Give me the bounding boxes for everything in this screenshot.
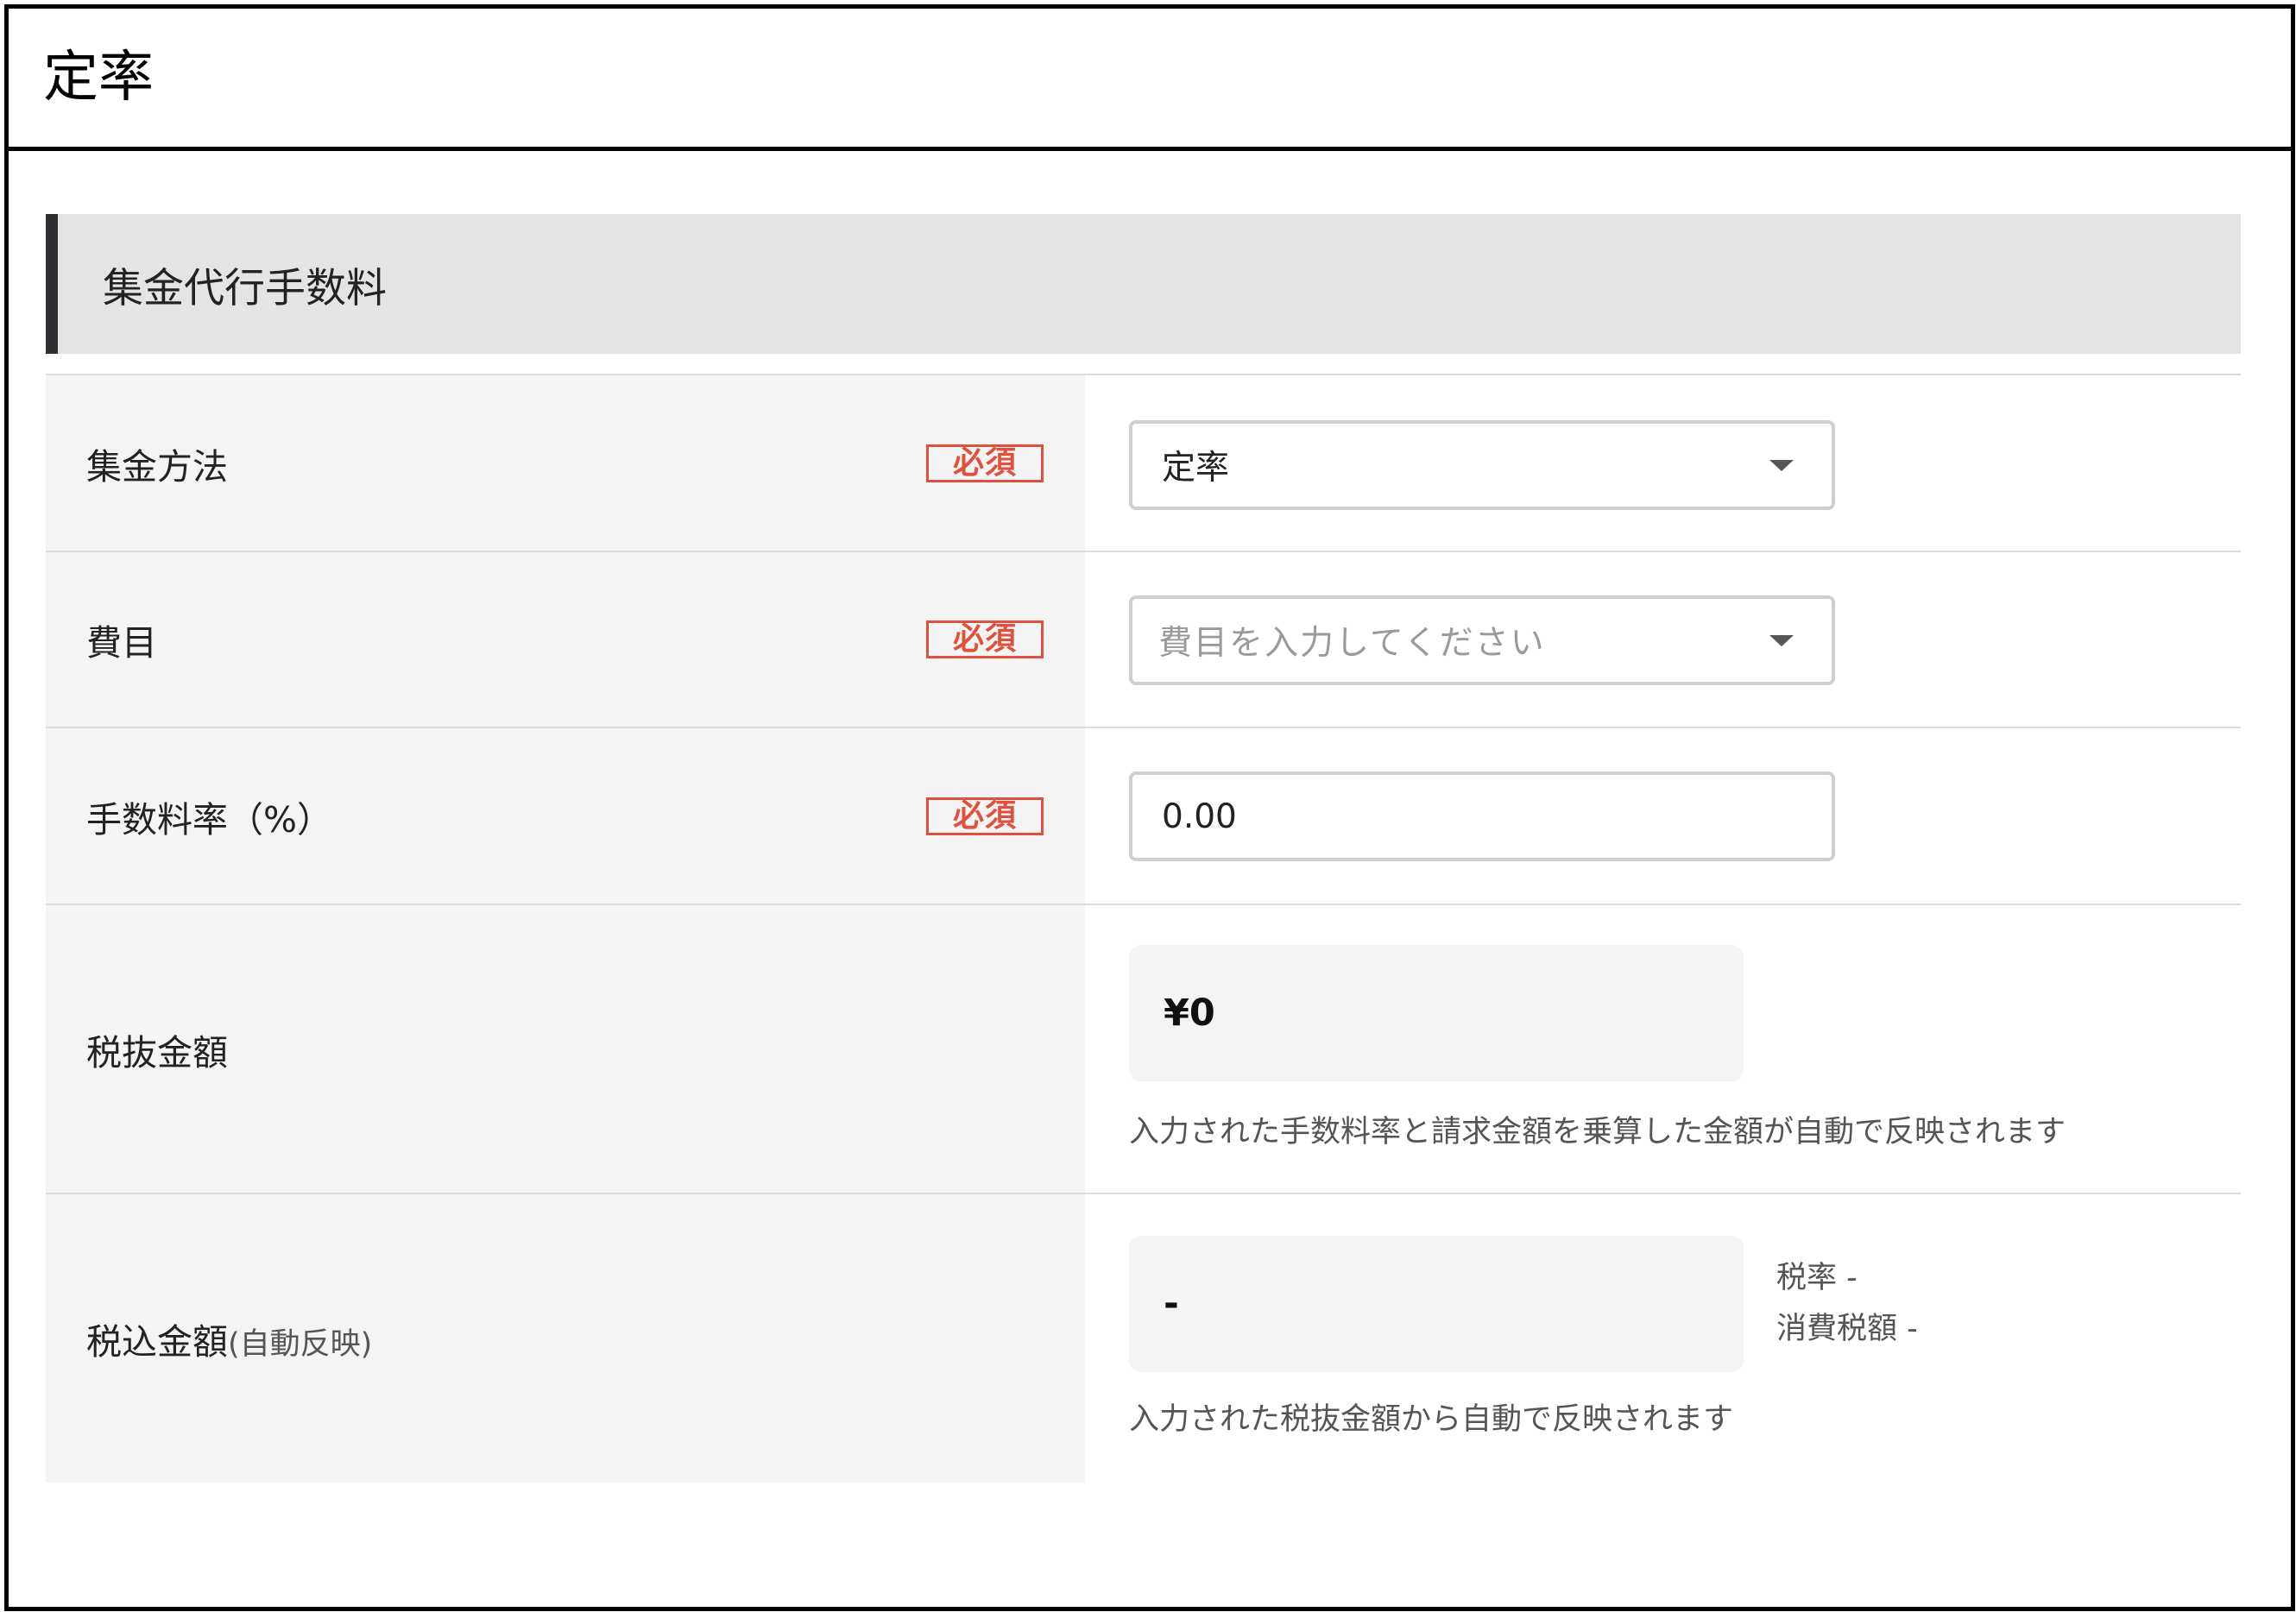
row-collection-method: 集金方法 必須 定率 (46, 375, 2241, 552)
collection-method-select[interactable]: 定率 (1129, 420, 1835, 510)
section-title: 集金代行手数料 (103, 264, 387, 312)
row-net-amount: 税抜金額 ¥0 入力された手数料率と請求金額を乗算した金額が自動で反映されます (46, 905, 2241, 1194)
label-cell: 集金方法 必須 (46, 375, 1085, 551)
net-amount-value: ¥0 (1164, 992, 1215, 1035)
section-header: 集金代行手数料 (46, 214, 2241, 354)
gross-amount-hint: 入力された税抜金額から自動で反映されます (1129, 1402, 1734, 1437)
fee-rate-input[interactable]: 0.00 (1129, 771, 1835, 861)
page-title: 定率 (43, 46, 154, 110)
gross-amount-display: - (1129, 1236, 1744, 1372)
chevron-down-icon[interactable] (1769, 635, 1794, 646)
gross-amount-label-suffix: (自動反映) (228, 1327, 373, 1362)
label-cell: 費目 必須 (46, 552, 1085, 727)
tax-info: 税率 - 消費税額 - (1776, 1253, 1918, 1355)
gross-amount-label-text: 税込金額 (86, 1321, 228, 1363)
collection-method-value: 定率 (1162, 449, 1230, 488)
net-amount-hint: 入力された手数料率と請求金額を乗算した金額が自動で反映されます (1129, 1115, 2066, 1149)
tax-rate-text: 税率 - (1776, 1261, 1858, 1295)
expense-item-select[interactable]: 費目を入力してください (1129, 595, 1835, 685)
label-cell: 税込金額(自動反映) (46, 1194, 1085, 1483)
row-fee-rate: 手数料率（%） 必須 0.00 (46, 728, 2241, 905)
gross-amount-value: - (1164, 1282, 1179, 1325)
expense-item-placeholder: 費目を入力してください (1158, 624, 1546, 663)
row-gross-amount: 税込金額(自動反映) - 税率 - 消費税額 - 入力された税抜金額から自動で反… (46, 1194, 2241, 1483)
fee-rate-value: 0.00 (1162, 797, 1237, 836)
gross-amount-label: 税込金額(自動反映) (86, 1313, 372, 1364)
net-amount-display: ¥0 (1129, 945, 1744, 1081)
net-amount-label: 税抜金額 (86, 1031, 228, 1074)
required-badge: 必須 (926, 444, 1044, 482)
required-badge: 必須 (926, 620, 1044, 658)
row-expense-item: 費目 必須 費目を入力してください (46, 552, 2241, 728)
expense-item-label: 費目 (86, 622, 157, 664)
label-cell: 税抜金額 (46, 905, 1085, 1193)
panel-header: 定率 (9, 9, 2291, 151)
required-badge: 必須 (926, 797, 1044, 835)
collection-method-label: 集金方法 (86, 445, 228, 488)
consumption-tax-text: 消費税額 - (1776, 1312, 1918, 1346)
fee-rate-label: 手数料率（%） (86, 798, 332, 841)
chevron-down-icon[interactable] (1769, 460, 1794, 471)
label-cell: 手数料率（%） 必須 (46, 728, 1085, 904)
